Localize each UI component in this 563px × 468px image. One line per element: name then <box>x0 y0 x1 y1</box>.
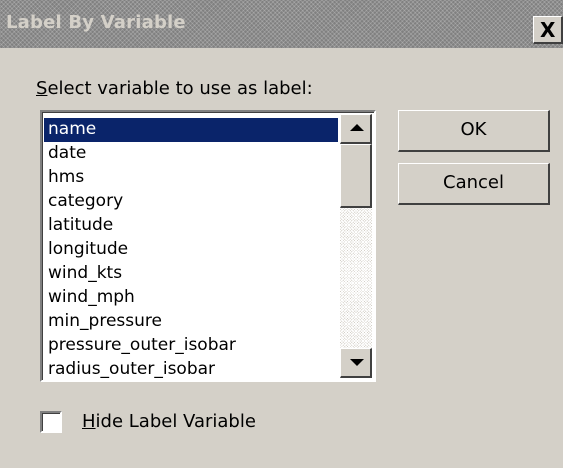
close-icon: X <box>540 18 556 42</box>
arrow-down-icon <box>350 359 364 366</box>
list-item[interactable]: pressure_outer_isobar <box>44 334 338 358</box>
prompt-text: elect variable to use as label: <box>47 78 313 99</box>
title-bar[interactable]: Label By Variable <box>0 0 563 48</box>
label-by-variable-dialog: Label By Variable X Select variable to u… <box>0 0 563 468</box>
list-item[interactable]: wind_kts <box>44 262 338 286</box>
hide-label-variable-checkbox[interactable] <box>40 411 62 433</box>
arrow-up-icon <box>350 124 364 131</box>
checkbox-mnemonic: H <box>82 411 96 432</box>
prompt-mnemonic: S <box>36 78 48 99</box>
list-item[interactable]: radius_outer_isobar <box>44 358 338 380</box>
list-item[interactable]: category <box>44 190 338 214</box>
scroll-down-button[interactable] <box>340 348 372 378</box>
list-item[interactable]: date <box>44 142 338 166</box>
select-variable-prompt: Select variable to use as label: <box>36 78 313 99</box>
list-item[interactable]: hms <box>44 166 338 190</box>
checkbox-label-text: ide Label Variable <box>95 411 256 432</box>
list-item[interactable]: longitude <box>44 238 338 262</box>
list-item[interactable]: min_pressure <box>44 310 338 334</box>
list-item[interactable]: wind_mph <box>44 286 338 310</box>
cancel-button[interactable]: Cancel <box>398 163 550 205</box>
list-item[interactable]: latitude <box>44 214 338 238</box>
close-button[interactable]: X <box>533 16 563 44</box>
list-item[interactable]: name <box>44 118 338 142</box>
window-title: Label By Variable <box>6 12 186 33</box>
listbox-scrollbar[interactable] <box>340 114 372 378</box>
ok-button[interactable]: OK <box>398 110 550 152</box>
scroll-thumb[interactable] <box>340 144 372 208</box>
variable-listbox[interactable]: name date hms category latitude longitude wind… <box>40 110 376 382</box>
variable-list[interactable]: name date hms category latitude longitude wind… <box>44 118 338 380</box>
hide-label-variable-label[interactable]: Hide Label Variable <box>82 411 256 432</box>
scroll-up-button[interactable] <box>340 114 372 144</box>
